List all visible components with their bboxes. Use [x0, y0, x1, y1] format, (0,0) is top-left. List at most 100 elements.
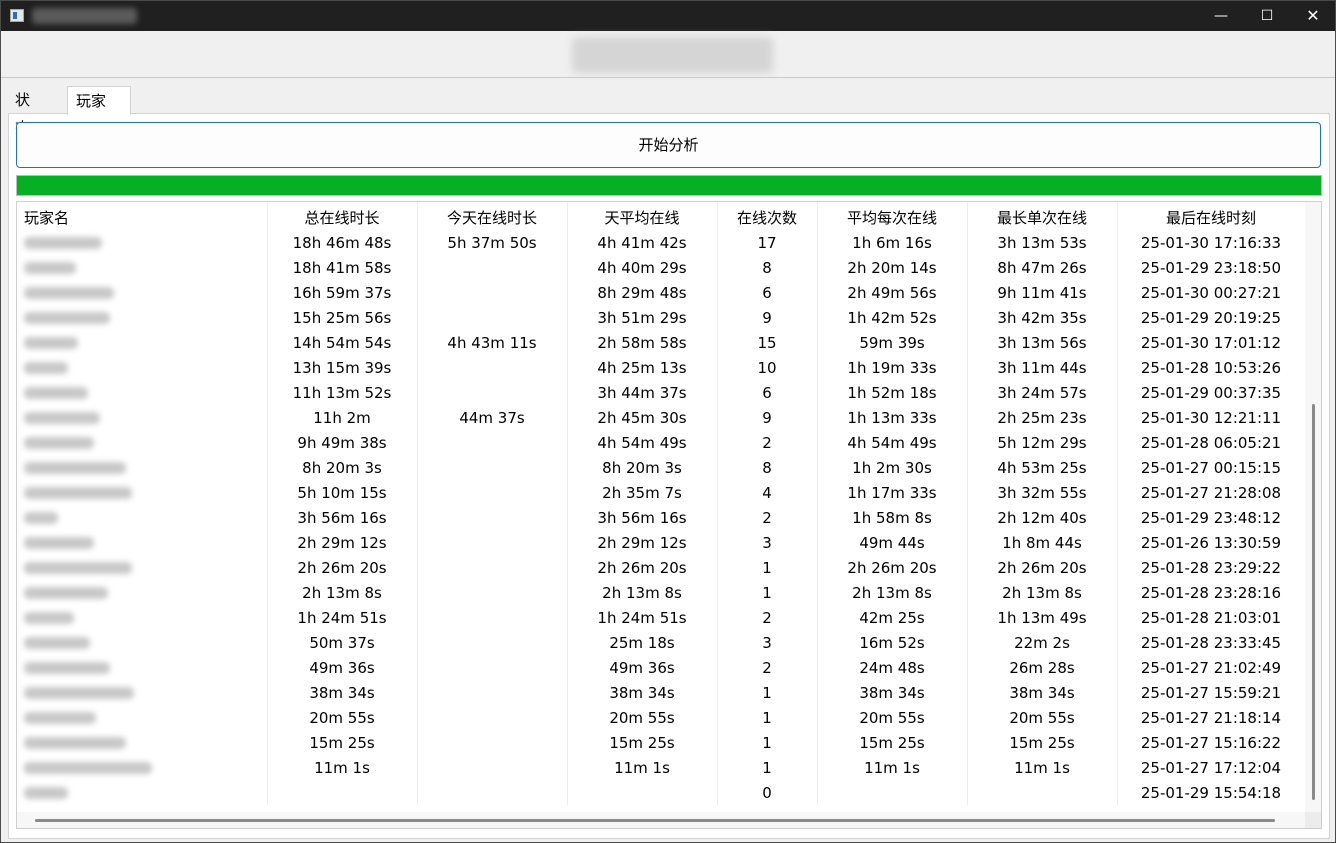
table-row[interactable]: 2h 29m 12s 2h 29m 12s 3 49m 44s 1h 8m 44s 25-…	[17, 530, 1306, 555]
table-cell	[267, 780, 418, 805]
table-row[interactable]: 14h 54m 54s 4h 43m 11s 2h 58m 58s 15 59m 39s…	[17, 330, 1306, 355]
tab-players[interactable]: 玩家	[67, 86, 131, 115]
table-row[interactable]: 18h 41m 58s 4h 40m 29s 8 2h 20m 14s 8h 47m 2…	[17, 255, 1306, 280]
table-cell	[417, 680, 568, 705]
table-cell	[417, 480, 568, 505]
table-row[interactable]: 50m 37s 25m 18s 3 16m 52s 22m 2s 25-01-28 23:…	[17, 630, 1306, 655]
table-row[interactable]: 15h 25m 56s 3h 51m 29s 9 1h 42m 52s 3h 42m 3…	[17, 305, 1306, 330]
table-cell: 15	[717, 330, 818, 355]
minimize-button[interactable]: —	[1198, 1, 1244, 31]
table-cell: 3	[717, 530, 818, 555]
table-row[interactable]: 9h 49m 38s 4h 54m 49s 2 4h 54m 49s 5h 12m 29…	[17, 430, 1306, 455]
table-cell: 0	[717, 780, 818, 805]
table-cell: 1	[717, 755, 818, 780]
table-cell	[417, 305, 568, 330]
column-header-total-online[interactable]: 总在线时长	[267, 202, 418, 230]
player-name-redacted	[24, 287, 114, 299]
table-cell: 25-01-30 17:16:33	[1117, 230, 1306, 255]
table-row[interactable]: 13h 15m 39s 4h 25m 13s 10 1h 19m 33s 3h 11m …	[17, 355, 1306, 380]
table-row[interactable]: 15m 25s 15m 25s 1 15m 25s 15m 25s 25-01-27 15…	[17, 730, 1306, 755]
table-row[interactable]: 0 25-01-29 15:54:18	[17, 780, 1306, 805]
table-cell: 2h 26m 20s	[567, 555, 718, 580]
player-name-redacted	[24, 612, 74, 624]
table-cell	[417, 505, 568, 530]
table-cell: 20m 55s	[967, 705, 1118, 730]
table-row[interactable]: 5h 10m 15s 2h 35m 7s 4 1h 17m 33s 3h 32m 55s…	[17, 480, 1306, 505]
table-row[interactable]: 8h 20m 3s 8h 20m 3s 8 1h 2m 30s 4h 53m 25s 25…	[17, 455, 1306, 480]
table-cell: 38m 34s	[817, 680, 968, 705]
table-cell: 3h 56m 16s	[267, 505, 418, 530]
table-cell: 1h 24m 51s	[267, 605, 418, 630]
table-cell	[417, 655, 568, 680]
table-cell: 25-01-28 23:33:45	[1117, 630, 1306, 655]
table-cell: 25m 18s	[567, 630, 718, 655]
table-cell: 25-01-30 17:01:12	[1117, 330, 1306, 355]
table-cell: 25-01-29 00:37:35	[1117, 380, 1306, 405]
player-name-cell	[17, 255, 268, 280]
column-header-average-session[interactable]: 平均每次在线	[817, 202, 968, 230]
maximize-button[interactable]: ☐	[1244, 1, 1290, 31]
column-header-online-count[interactable]: 在线次数	[717, 202, 818, 230]
player-name-cell	[17, 405, 268, 430]
player-name-cell	[17, 655, 268, 680]
title-bar: — ☐ ✕	[1, 1, 1335, 31]
table-cell: 1h 2m 30s	[817, 455, 968, 480]
table-row[interactable]: 38m 34s 38m 34s 1 38m 34s 38m 34s 25-01-27 15…	[17, 680, 1306, 705]
vertical-scrollbar[interactable]	[1305, 202, 1321, 812]
column-header-today-online[interactable]: 今天在线时长	[417, 202, 568, 230]
scrollbar-corner	[1305, 812, 1321, 828]
table-cell: 1h 19m 33s	[817, 355, 968, 380]
table-row[interactable]: 18h 46m 48s 5h 37m 50s 4h 41m 42s 17 1h 6m 1…	[17, 230, 1306, 255]
table-row[interactable]: 20m 55s 20m 55s 1 20m 55s 20m 55s 25-01-27 21…	[17, 705, 1306, 730]
table-cell: 3h 56m 16s	[567, 505, 718, 530]
table-cell: 16h 59m 37s	[267, 280, 418, 305]
player-name-redacted	[24, 337, 78, 349]
close-button[interactable]: ✕	[1290, 1, 1335, 31]
table-cell: 20m 55s	[567, 705, 718, 730]
table-row[interactable]: 11h 2m 44m 37s 2h 45m 30s 9 1h 13m 33s 2h 25m…	[17, 405, 1306, 430]
table-row[interactable]: 11h 13m 52s 3h 44m 37s 6 1h 52m 18s 3h 24m 5…	[17, 380, 1306, 405]
table-cell: 1h 8m 44s	[967, 530, 1118, 555]
table-cell	[417, 630, 568, 655]
table-cell: 11m 1s	[567, 755, 718, 780]
vertical-scroll-thumb[interactable]	[1312, 404, 1315, 800]
table-cell: 2h 13m 8s	[817, 580, 968, 605]
table-cell	[417, 755, 568, 780]
app-icon	[10, 9, 24, 22]
table-cell: 38m 34s	[267, 680, 418, 705]
table-cell: 17	[717, 230, 818, 255]
table-row[interactable]: 2h 13m 8s 2h 13m 8s 1 2h 13m 8s 2h 13m 8s 25-…	[17, 580, 1306, 605]
column-header-last-online[interactable]: 最后在线时刻	[1117, 202, 1306, 230]
table-cell: 15m 25s	[567, 730, 718, 755]
table-cell: 25-01-28 23:29:22	[1117, 555, 1306, 580]
table-cell: 2h 13m 8s	[267, 580, 418, 605]
column-header-daily-average[interactable]: 天平均在线	[567, 202, 718, 230]
player-name-cell	[17, 530, 268, 555]
table-row[interactable]: 16h 59m 37s 8h 29m 48s 6 2h 49m 56s 9h 11m 4…	[17, 280, 1306, 305]
player-name-redacted	[24, 237, 102, 249]
table-cell: 2	[717, 430, 818, 455]
column-header-longest-session[interactable]: 最长单次在线	[967, 202, 1118, 230]
player-name-cell	[17, 755, 268, 780]
table-row[interactable]: 49m 36s 49m 36s 2 24m 48s 26m 28s 25-01-27 21…	[17, 655, 1306, 680]
tab-status[interactable]: 状态	[7, 86, 38, 137]
table-cell: 4	[717, 480, 818, 505]
column-header-player-name[interactable]: 玩家名	[17, 202, 268, 230]
table-cell: 1	[717, 555, 818, 580]
table-row[interactable]: 3h 56m 16s 3h 56m 16s 2 1h 58m 8s 2h 12m 40s…	[17, 505, 1306, 530]
player-name-redacted	[24, 362, 68, 374]
table-row[interactable]: 1h 24m 51s 1h 24m 51s 2 42m 25s 1h 13m 49s 25…	[17, 605, 1306, 630]
table-row[interactable]: 2h 26m 20s 2h 26m 20s 1 2h 26m 20s 2h 26m 20…	[17, 555, 1306, 580]
player-name-redacted	[24, 562, 132, 574]
table-cell: 25-01-28 06:05:21	[1117, 430, 1306, 455]
horizontal-scrollbar[interactable]	[17, 812, 1305, 828]
player-name-redacted	[24, 462, 126, 474]
table-row[interactable]: 11m 1s 11m 1s 1 11m 1s 11m 1s 25-01-27 17:12:…	[17, 755, 1306, 780]
table-cell	[817, 780, 968, 805]
table-cell: 16m 52s	[817, 630, 968, 655]
horizontal-scroll-thumb[interactable]	[35, 819, 1275, 822]
table-cell: 1h 52m 18s	[817, 380, 968, 405]
table-cell: 3h 11m 44s	[967, 355, 1118, 380]
start-analysis-button[interactable]: 开始分析	[16, 122, 1321, 168]
table-cell: 25-01-27 15:16:22	[1117, 730, 1306, 755]
